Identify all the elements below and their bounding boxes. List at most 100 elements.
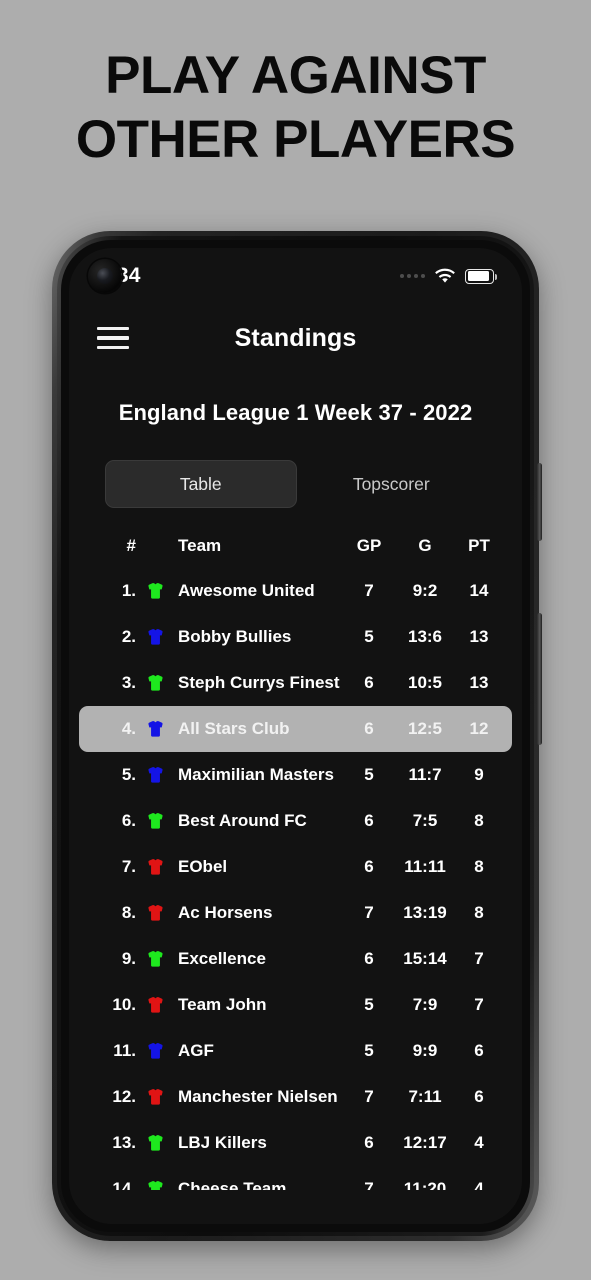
team-shirt-icon: [140, 1087, 170, 1107]
row-games-played: 5: [364, 995, 374, 1014]
row-games-played: 6: [364, 811, 374, 830]
team-shirt-icon: [140, 627, 170, 647]
row-goals: 7:9: [412, 995, 438, 1014]
row-team-name: Ac Horsens: [178, 903, 273, 922]
table-row[interactable]: 4. All Stars Club 6 12:5 12: [79, 706, 512, 752]
row-rank: 12.: [112, 1087, 136, 1106]
app-bar: Standings: [69, 304, 522, 372]
team-shirt-icon: [140, 995, 170, 1015]
row-games-played: 7: [364, 1087, 374, 1106]
volume-button[interactable]: [537, 463, 542, 541]
column-header-g: G: [418, 536, 432, 555]
row-points: 6: [474, 1087, 484, 1106]
column-header-gp: GP: [356, 536, 382, 555]
table-row[interactable]: 6. Best Around FC 6 7:5 8: [79, 798, 512, 844]
hamburger-menu-icon[interactable]: [97, 327, 129, 349]
row-points: 7: [474, 949, 484, 968]
column-header-team: Team: [178, 536, 222, 555]
row-points: 8: [474, 903, 484, 922]
list-bottom-mask: [69, 1190, 522, 1224]
column-header-pt: PT: [468, 536, 490, 555]
table-row[interactable]: 9. Excellence 6 15:14 7: [79, 936, 512, 982]
team-shirt-icon: [140, 811, 170, 831]
row-rank: 6.: [121, 811, 136, 830]
promo-line-1: PLAY AGAINST: [105, 46, 486, 105]
row-goals: 9:9: [412, 1041, 438, 1060]
row-rank: 11.: [113, 1041, 136, 1060]
row-team-name: AGF: [178, 1041, 214, 1060]
row-goals: 13:6: [407, 627, 443, 646]
row-team-name: Team John: [178, 995, 267, 1014]
power-button[interactable]: [537, 613, 542, 745]
row-rank: 9.: [121, 949, 136, 968]
row-points: 8: [474, 811, 484, 830]
row-games-played: 7: [364, 903, 374, 922]
table-header: # Team GP G PT: [69, 530, 522, 562]
row-points: 13: [469, 627, 489, 646]
table-row[interactable]: 2. Bobby Bullies 5 13:6 13: [79, 614, 512, 660]
row-goals: 9:2: [412, 581, 438, 600]
page-title: Standings: [234, 323, 357, 352]
table-row[interactable]: 8. Ac Horsens 7 13:19 8: [79, 890, 512, 936]
league-title: England League 1 Week 37 - 2022: [118, 400, 473, 425]
row-team-name: LBJ Killers: [178, 1133, 267, 1152]
row-goals: 13:19: [403, 903, 447, 922]
row-rank: 8.: [121, 903, 136, 922]
row-team-name: EObel: [178, 857, 228, 876]
status-bar-indicators: [400, 268, 498, 284]
row-goals: 10:5: [407, 673, 443, 692]
row-rank: 5.: [121, 765, 136, 784]
row-points: 9: [474, 765, 484, 784]
front-camera-icon: [88, 259, 122, 293]
row-rank: 13.: [112, 1133, 136, 1152]
team-shirt-icon: [140, 949, 170, 969]
row-rank: 10.: [112, 995, 136, 1014]
row-team-name: Awesome United: [178, 581, 315, 600]
row-rank: 7.: [121, 857, 136, 876]
tab-topscorer[interactable]: Topscorer: [297, 460, 487, 508]
row-team-name: Bobby Bullies: [178, 627, 292, 646]
table-row[interactable]: 1. Awesome United 7 9:2 14: [79, 568, 512, 614]
row-team-name: Best Around FC: [178, 811, 307, 830]
table-row[interactable]: 12. Manchester Nielsen 7 7:11 6: [79, 1074, 512, 1120]
row-rank: 4.: [121, 719, 136, 738]
team-shirt-icon: [140, 1133, 170, 1153]
table-row[interactable]: 3. Steph Currys Finest 6 10:5 13: [79, 660, 512, 706]
row-goals: 7:5: [412, 811, 438, 830]
signal-dots-icon: [400, 274, 425, 278]
row-goals: 12:17: [403, 1133, 447, 1152]
row-points: 7: [474, 995, 484, 1014]
row-games-played: 5: [364, 627, 374, 646]
row-games-played: 6: [364, 949, 374, 968]
row-team-name: Manchester Nielsen: [178, 1087, 338, 1106]
table-row[interactable]: 13. LBJ Killers 6 12:17 4: [79, 1120, 512, 1166]
tab-table[interactable]: Table: [105, 460, 297, 508]
row-rank: 2.: [121, 627, 136, 646]
row-team-name: Maximilian Masters: [178, 765, 334, 784]
row-games-played: 5: [364, 765, 374, 784]
row-points: 4: [474, 1133, 484, 1152]
phone-screen: 0.34 Standings: [69, 248, 522, 1224]
team-shirt-icon: [140, 581, 170, 601]
table-row[interactable]: 5. Maximilian Masters 5 11:7 9: [79, 752, 512, 798]
column-header-rank: #: [126, 536, 136, 555]
wifi-icon: [434, 268, 456, 284]
team-shirt-icon: [140, 719, 170, 739]
row-points: 14: [469, 581, 489, 600]
row-team-name: Steph Currys Finest: [178, 673, 340, 692]
standings-list[interactable]: 1. Awesome United 7 9:2 14 2. Bobby Bullies 5 13…: [69, 568, 522, 1224]
row-games-played: 6: [364, 719, 374, 738]
team-shirt-icon: [140, 857, 170, 877]
row-goals: 12:5: [407, 719, 443, 738]
team-shirt-icon: [140, 903, 170, 923]
table-row[interactable]: 7. EObel 6 11:11 8: [79, 844, 512, 890]
table-row[interactable]: 10. Team John 5 7:9 7: [79, 982, 512, 1028]
status-bar: 0.34: [69, 248, 522, 304]
row-rank: 1.: [121, 581, 136, 600]
row-goals: 7:11: [408, 1087, 442, 1106]
row-games-played: 5: [364, 1041, 374, 1060]
table-row[interactable]: 11. AGF 5 9:9 6: [79, 1028, 512, 1074]
team-shirt-icon: [140, 673, 170, 693]
row-games-played: 7: [364, 581, 374, 600]
team-shirt-icon: [140, 765, 170, 785]
